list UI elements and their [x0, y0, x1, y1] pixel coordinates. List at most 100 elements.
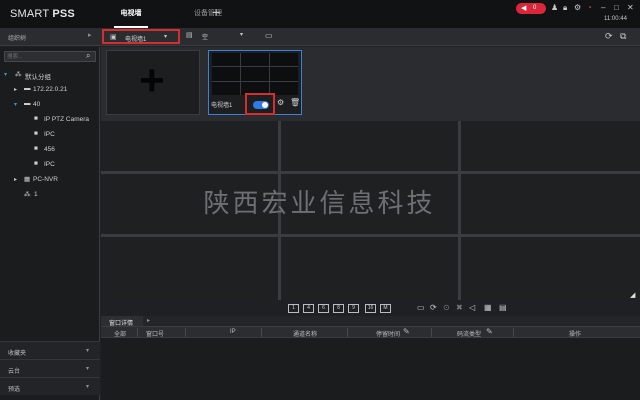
layout-1-button[interactable]: 1: [288, 304, 299, 313]
favorites-panel-header[interactable]: 收藏夹 ▾: [0, 341, 100, 359]
tab-device-manager[interactable]: 设备管理: [188, 0, 228, 28]
refresh-icon[interactable]: ⟳: [430, 303, 437, 312]
tv-wall-select-value: 电视墙1: [125, 37, 147, 43]
alarm-icon: ◀: [521, 5, 527, 12]
video-window[interactable]: [101, 237, 278, 300]
layout-custom-button[interactable]: M: [380, 304, 391, 313]
app-title: SMART PSS: [10, 8, 75, 20]
pause-icon[interactable]: ⊙: [443, 303, 450, 312]
collapse-arrow-icon[interactable]: ▸: [14, 176, 17, 183]
save-icon[interactable]: ▭: [265, 31, 273, 40]
tree-item-group[interactable]: ⁂ 1: [0, 189, 100, 202]
video-window[interactable]: [461, 121, 640, 171]
video-window[interactable]: [281, 237, 458, 300]
alarm-count: 0: [533, 5, 537, 11]
window-details-table-header: 全部 窗口号 IP 通道名称 停留时间 ✎ 码流类型 ✎ 操作: [101, 326, 640, 338]
layout-toolbar: 1 4 6 8 9 16 M ▭ ⟳ ⊙ ✖ ◁ ▦ ▤: [101, 302, 640, 316]
tree-item-device[interactable]: ▾ ▬ 40: [0, 99, 100, 112]
video-window[interactable]: [281, 121, 458, 171]
tree-item-channel[interactable]: ■ 456: [0, 144, 100, 157]
device-tree-panel: ⌕ ▾ ⁂ 默认分组 ▸ ▬ 172.22.0.21 ▾ ▬ 40 ■ IP P…: [0, 47, 100, 400]
layout-4-button[interactable]: 4: [303, 304, 314, 313]
column-dwell-time: 停留时间: [376, 332, 401, 338]
nvr-icon: ▦: [24, 176, 31, 183]
org-tree-label: 组织树: [8, 36, 27, 42]
column-stream-type: 码流类型: [457, 332, 482, 338]
tab-window-details[interactable]: 窗口详情: [101, 316, 143, 327]
screen-config-icon[interactable]: ⧉: [620, 31, 626, 42]
tab-tv-wall[interactable]: 电视墙: [114, 0, 148, 28]
task-select[interactable]: ▤ 空 ▾: [186, 29, 252, 44]
layout-8-button[interactable]: 8: [333, 304, 344, 313]
nvr-icon: ▬: [24, 85, 31, 92]
tree-item-device[interactable]: ▸ ▬ 172.22.0.21: [0, 84, 100, 97]
camera-icon: ■: [34, 115, 38, 122]
chevron-down-icon: ▾: [86, 384, 90, 390]
refresh-icon[interactable]: ⟳: [605, 31, 613, 42]
list-icon[interactable]: ▤: [499, 303, 507, 312]
minimize-icon[interactable]: –: [601, 3, 605, 12]
delete-icon[interactable]: ✖: [456, 303, 463, 312]
collapse-arrow-icon[interactable]: ▸: [147, 317, 150, 324]
message-icon[interactable]: ▭: [417, 303, 425, 312]
tree-item-channel[interactable]: ■ IPC: [0, 159, 100, 172]
video-window[interactable]: [461, 237, 640, 300]
edit-icon[interactable]: ✎: [486, 327, 493, 336]
layout-6-button[interactable]: 6: [318, 304, 329, 313]
search-icon[interactable]: ⌕: [86, 51, 90, 61]
tv-wall-thumbnail[interactable]: 电视墙1 ⚙ 🗑︎: [208, 50, 302, 115]
layout-9-button[interactable]: 9: [348, 304, 359, 313]
lock-icon[interactable]: 🔒︎: [563, 3, 567, 13]
tree-item-device[interactable]: ▸ ▦ PC-NVR: [0, 174, 100, 187]
window-details-table-body: [101, 338, 640, 400]
nvr-icon: ▬: [24, 100, 31, 107]
maximize-icon[interactable]: □: [614, 3, 619, 12]
clock: 11:00:44: [604, 16, 627, 22]
chevron-down-icon: ▾: [240, 32, 244, 38]
column-channel-name: 通道名称: [293, 332, 318, 338]
gear-icon[interactable]: ⚙: [277, 98, 284, 107]
tv-wall-name: 电视墙1: [211, 103, 233, 109]
resize-grip-icon[interactable]: ◢: [630, 291, 635, 299]
tv-wall-select[interactable]: ▣ 电视墙1 ▾: [102, 29, 180, 44]
ptz-panel-header[interactable]: 云台 ▾: [0, 359, 100, 377]
tv-wall-enable-toggle[interactable]: [253, 101, 269, 109]
alarm-button[interactable]: ◀ 0: [516, 3, 546, 14]
settings-icon[interactable]: ⚙: [574, 3, 581, 12]
performance-icon[interactable]: ◔: [587, 3, 592, 12]
task-select-value: 空: [202, 35, 209, 41]
tv-wall-preview-grid: [212, 53, 298, 95]
collapse-arrow-icon[interactable]: ▸: [14, 86, 17, 93]
split-icon[interactable]: ▦: [484, 303, 492, 312]
video-window[interactable]: [101, 121, 278, 171]
tree-item-default-group[interactable]: ▾ ⁂ 默认分组: [0, 69, 100, 82]
task-icon: ▤: [186, 32, 193, 39]
edit-icon[interactable]: ✎: [403, 327, 410, 336]
watermark-text: 陕西宏业信息科技: [203, 189, 436, 219]
tv-wall-icon: ▣: [110, 34, 117, 41]
clear-icon[interactable]: ◁: [469, 303, 475, 312]
column-actions: 操作: [569, 332, 582, 338]
tree-item-channel[interactable]: ■ IPC: [0, 129, 100, 142]
chevron-down-icon: ▾: [86, 348, 90, 354]
user-icon[interactable]: ♟: [551, 3, 558, 12]
layout-16-button[interactable]: 16: [365, 304, 376, 313]
column-ip: IP: [230, 329, 236, 335]
plus-icon: +: [139, 56, 165, 105]
search-input[interactable]: [7, 52, 79, 61]
camera-icon: ■: [34, 145, 38, 152]
tv-wall-list: + 电视墙1 ⚙ 🗑︎: [101, 47, 640, 121]
search-box[interactable]: ⌕: [4, 51, 96, 62]
camera-icon: ■: [34, 160, 38, 167]
trash-icon[interactable]: 🗑︎: [290, 98, 300, 107]
collapse-arrow-icon[interactable]: ▸: [88, 31, 92, 39]
close-icon[interactable]: ✕: [627, 3, 634, 12]
preset-panel-header[interactable]: 预选 ▾: [0, 377, 100, 395]
tree-item-channel[interactable]: ■ IP PTZ Camera: [0, 114, 100, 127]
expand-arrow-icon[interactable]: ▾: [14, 101, 17, 108]
add-tv-wall-button[interactable]: +: [106, 50, 200, 115]
group-icon: ⁂: [15, 71, 22, 78]
column-all[interactable]: 全部: [114, 329, 126, 338]
expand-arrow-icon[interactable]: ▾: [4, 71, 7, 78]
add-tab-button[interactable]: +: [212, 4, 220, 20]
